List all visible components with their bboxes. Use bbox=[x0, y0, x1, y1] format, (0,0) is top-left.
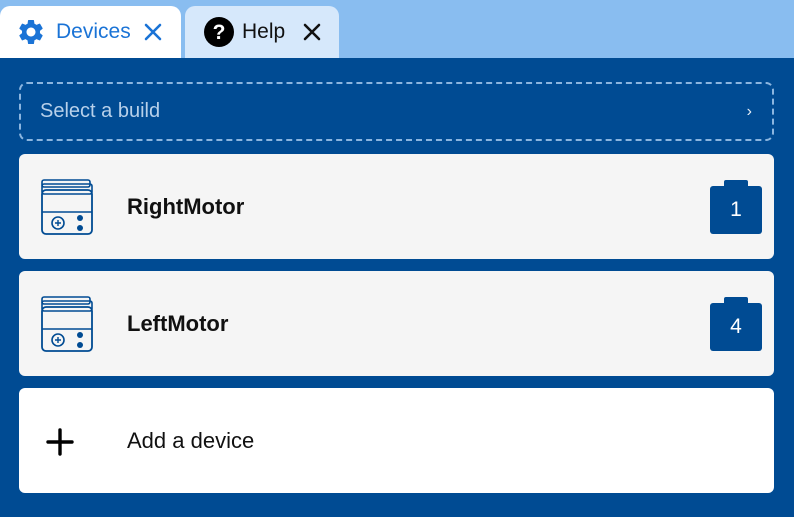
help-icon: ? bbox=[204, 17, 234, 47]
close-icon[interactable] bbox=[142, 21, 164, 43]
chevron-right-icon: › bbox=[746, 103, 752, 120]
port-number: 4 bbox=[710, 303, 762, 351]
gear-icon bbox=[19, 19, 43, 44]
device-card[interactable]: LeftMotor 4 bbox=[19, 271, 774, 376]
motor-icon bbox=[41, 179, 93, 235]
device-name: LeftMotor bbox=[127, 311, 229, 336]
tab-help-label: Help bbox=[242, 20, 286, 43]
tab-devices[interactable]: Devices bbox=[0, 6, 181, 58]
tab-help[interactable]: ? Help bbox=[185, 6, 339, 58]
devices-panel: Select a build › RightMotor 1 LeftMotor … bbox=[0, 58, 794, 517]
close-icon[interactable] bbox=[301, 21, 323, 43]
svg-text:?: ? bbox=[213, 21, 226, 44]
plus-icon bbox=[46, 428, 74, 456]
motor-icon bbox=[41, 296, 93, 352]
port-badge: 1 bbox=[710, 180, 762, 234]
tab-bar: Devices ? Help bbox=[0, 0, 794, 58]
add-device-button[interactable]: Add a device bbox=[19, 388, 774, 493]
build-selector[interactable]: Select a build › bbox=[19, 82, 774, 141]
port-number: 1 bbox=[710, 186, 762, 234]
device-name: RightMotor bbox=[127, 194, 245, 219]
tab-devices-label: Devices bbox=[56, 20, 131, 43]
add-device-label: Add a device bbox=[127, 428, 255, 453]
build-selector-label: Select a build bbox=[40, 100, 161, 122]
port-badge: 4 bbox=[710, 297, 762, 351]
device-card[interactable]: RightMotor 1 bbox=[19, 154, 774, 259]
